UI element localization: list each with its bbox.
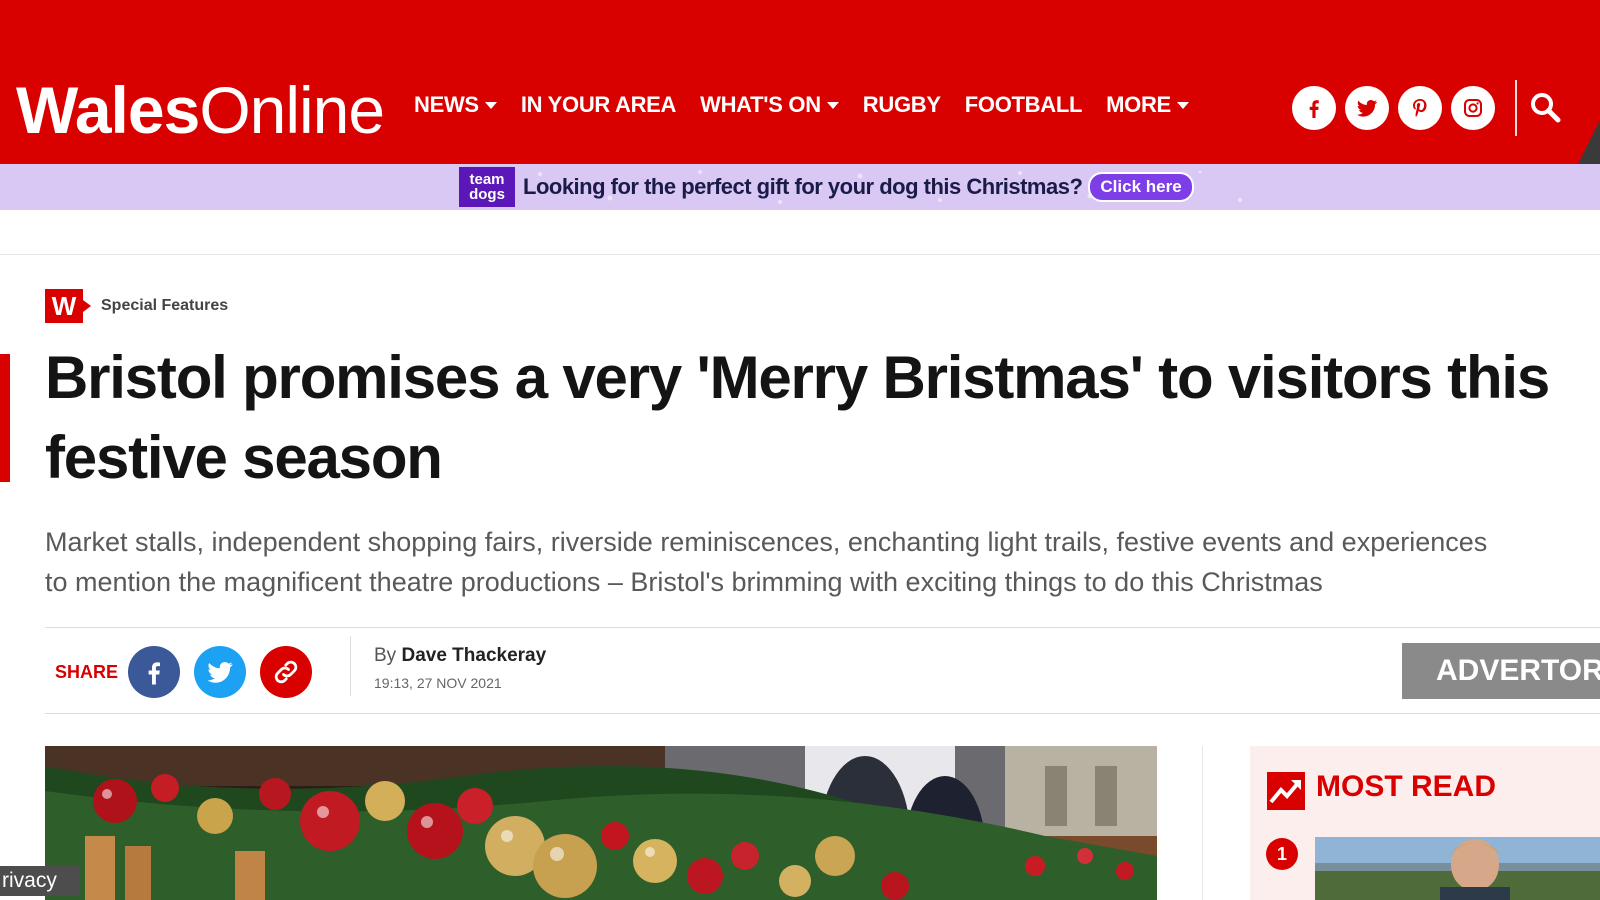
share-bar: SHARE bbox=[55, 646, 326, 698]
christmas-garland-photo bbox=[45, 746, 1157, 900]
nav-item-football[interactable]: FOOTBALL bbox=[964, 92, 1083, 118]
byline: By Dave Thackeray bbox=[374, 645, 546, 667]
logo-online: Online bbox=[199, 73, 385, 147]
nav-item-rugby[interactable]: RUGBY bbox=[863, 92, 941, 118]
nav-label: FOOTBALL bbox=[964, 92, 1083, 117]
divider bbox=[350, 636, 351, 696]
link-icon bbox=[274, 660, 298, 684]
author-link[interactable]: Dave Thackeray bbox=[401, 645, 546, 666]
standfirst-line: to mention the magnificent theatre produ… bbox=[45, 567, 1323, 597]
nav-label: NEWS bbox=[414, 92, 479, 117]
pinterest-link[interactable] bbox=[1398, 86, 1442, 130]
header-corner-decoration bbox=[1578, 120, 1600, 164]
promo-click-here-button[interactable]: Click here bbox=[1088, 172, 1194, 202]
facebook-icon bbox=[148, 662, 161, 685]
divider bbox=[1202, 746, 1203, 900]
article-standfirst: Market stalls, independent shopping fair… bbox=[45, 522, 1600, 602]
twitter-icon bbox=[1357, 100, 1377, 117]
header-divider bbox=[1515, 80, 1517, 136]
most-read-thumbnail[interactable] bbox=[1315, 837, 1600, 900]
logo-line: team bbox=[469, 171, 505, 188]
nav-item-whats-on[interactable]: WHAT'S ON bbox=[700, 92, 839, 118]
nav-item-more[interactable]: MORE bbox=[1106, 92, 1189, 118]
nav-label: MORE bbox=[1106, 92, 1171, 117]
team-dogs-logo: team dogs bbox=[459, 167, 515, 207]
nav-label: WHAT'S ON bbox=[700, 92, 821, 117]
twitter-link[interactable] bbox=[1345, 86, 1389, 130]
facebook-icon bbox=[1309, 100, 1319, 118]
main-nav: NEWS IN YOUR AREA WHAT'S ON RUGBY FOOTBA… bbox=[414, 92, 1213, 118]
standfirst-line: Market stalls, independent shopping fair… bbox=[45, 527, 1488, 557]
nav-item-news[interactable]: NEWS bbox=[414, 92, 497, 118]
divider bbox=[45, 713, 1600, 714]
logo-wales: Wales bbox=[16, 73, 200, 147]
byline-prefix: By bbox=[374, 645, 397, 666]
nav-label: IN YOUR AREA bbox=[520, 92, 677, 117]
copy-link-button[interactable] bbox=[260, 646, 313, 698]
promo-content: team dogs Looking for the perfect gift f… bbox=[459, 167, 1194, 207]
most-read-panel: MOST READ 1 bbox=[1250, 746, 1600, 900]
instagram-icon bbox=[1464, 99, 1482, 117]
hero-image bbox=[45, 746, 1157, 900]
search-button[interactable] bbox=[1528, 90, 1564, 126]
headline-accent-bar bbox=[0, 354, 10, 482]
share-label: SHARE bbox=[55, 661, 119, 682]
site-logo[interactable]: WalesOnline bbox=[16, 70, 385, 150]
search-icon bbox=[1531, 93, 1561, 123]
caret-down-icon bbox=[484, 101, 497, 109]
divider bbox=[0, 254, 1600, 255]
article-headline: Bristol promises a very 'Merry Bristmas'… bbox=[45, 344, 1550, 491]
brand-w-icon: W bbox=[45, 289, 91, 323]
promo-banner[interactable]: team dogs Looking for the perfect gift f… bbox=[0, 164, 1600, 210]
most-read-title: MOST READ bbox=[1316, 770, 1496, 803]
section-link[interactable]: Special Features bbox=[101, 297, 228, 315]
portrait-photo bbox=[1315, 837, 1600, 900]
social-links bbox=[1292, 86, 1504, 130]
publish-timestamp: 19:13, 27 NOV 2021 bbox=[374, 675, 502, 691]
privacy-settings-button[interactable]: rivacy bbox=[0, 866, 80, 896]
twitter-icon bbox=[207, 662, 233, 683]
rank-badge: 1 bbox=[1266, 838, 1298, 870]
trending-icon bbox=[1267, 772, 1305, 810]
share-facebook-button[interactable] bbox=[128, 646, 181, 698]
caret-down-icon bbox=[826, 101, 839, 109]
promo-text: Looking for the perfect gift for your do… bbox=[523, 174, 1083, 199]
facebook-link[interactable] bbox=[1292, 86, 1336, 130]
share-twitter-button[interactable] bbox=[194, 646, 247, 698]
instagram-link[interactable] bbox=[1451, 86, 1495, 130]
site-header: WalesOnline NEWS IN YOUR AREA WHAT'S ON … bbox=[0, 0, 1600, 164]
section-breadcrumb: W Special Features bbox=[45, 289, 228, 323]
nav-item-in-your-area[interactable]: IN YOUR AREA bbox=[520, 92, 677, 118]
divider bbox=[45, 627, 1600, 628]
logo-line: dogs bbox=[469, 186, 505, 203]
caret-down-icon bbox=[1176, 101, 1189, 109]
pinterest-icon bbox=[1413, 99, 1427, 117]
nav-label: RUGBY bbox=[862, 92, 941, 117]
advertorial-badge: ADVERTORI bbox=[1402, 643, 1600, 699]
